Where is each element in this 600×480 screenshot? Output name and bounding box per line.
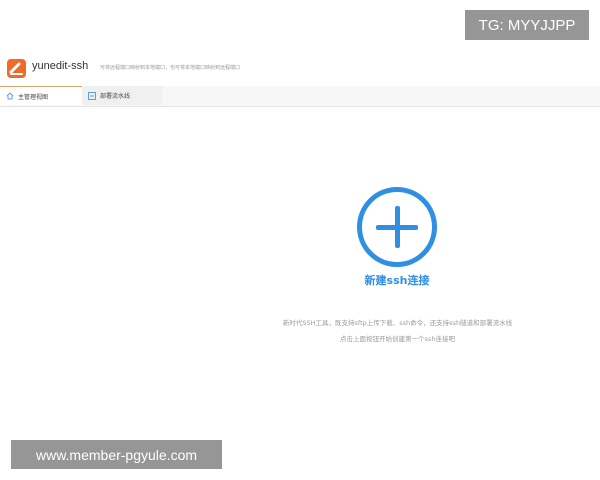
watermark-tg: TG: MYYJJPP	[465, 10, 589, 40]
tab-deploy-pipeline[interactable]: 部署流水线	[82, 86, 162, 105]
tab-label: 主管理视图	[18, 93, 49, 101]
app-header: yunedit-ssh 可将远程端口映射到本地端口，也可将本地端口映射到远程端口	[0, 50, 600, 87]
description-line-2: 点击上面按钮开始创建第一个ssh连接吧	[340, 335, 455, 343]
app-subtitle: 可将远程端口映射到本地端口，也可将本地端口映射到远程端口	[100, 65, 241, 71]
new-ssh-connection-label[interactable]: 新建ssh连接	[330, 272, 464, 288]
pipeline-icon	[88, 91, 96, 100]
yunedit-logo-icon	[7, 59, 26, 78]
tab-main-management[interactable]: 主管理视图	[0, 86, 82, 105]
new-ssh-connection-button[interactable]	[357, 187, 437, 267]
home-icon	[6, 92, 14, 100]
description-line-1: 新时代SSH工具，既支持sftp上传下载、ssh命令，还支持ssh隧道和部署流水…	[282, 319, 513, 327]
tab-label: 部署流水线	[100, 93, 131, 100]
tab-bar: 主管理视图 部署流水线	[0, 86, 600, 107]
watermark-site: www.member-pgyule.com	[11, 440, 222, 469]
app-title: yunedit-ssh	[32, 60, 89, 72]
